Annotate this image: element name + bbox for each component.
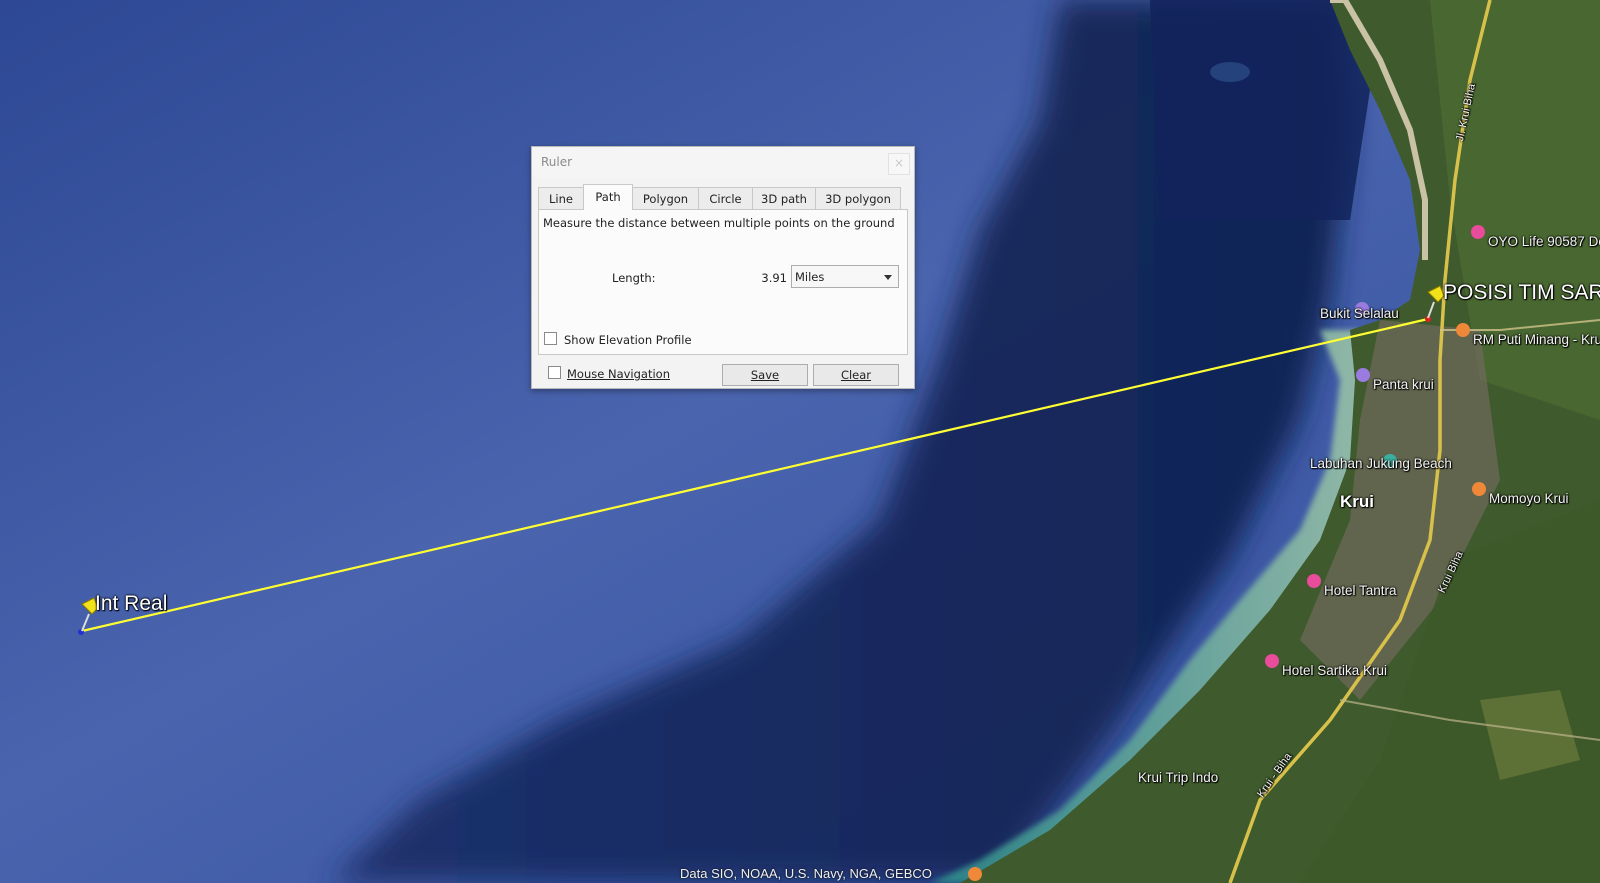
town-label: Krui [1340, 492, 1374, 511]
length-value: 3.91 [761, 271, 787, 285]
place-label[interactable]: Hotel Tantra [1324, 583, 1397, 598]
clear-button[interactable]: Clear [813, 364, 899, 386]
show-elevation-checkbox[interactable] [544, 332, 557, 345]
place-label[interactable]: Krui Trip Indo [1138, 770, 1218, 785]
placemark-label[interactable]: POSISI TIM SAR [1443, 281, 1600, 305]
place-label[interactable]: Momoyo Krui [1489, 491, 1569, 506]
chevron-down-icon [884, 275, 892, 280]
unit-selected: Miles [795, 270, 825, 284]
place-label[interactable]: Panta krui [1373, 377, 1434, 392]
place-label[interactable]: RM Puti Minang - Kru [1473, 332, 1600, 347]
tab-polygon[interactable]: Polygon [632, 187, 699, 209]
placemark-label[interactable]: Int Real [95, 592, 167, 616]
unit-dropdown[interactable]: Miles [791, 265, 899, 288]
length-label: Length: [612, 271, 656, 285]
mouse-navigation-checkbox[interactable] [548, 366, 561, 379]
tab-3d-polygon[interactable]: 3D polygon [815, 187, 901, 209]
path-panel: Measure the distance between multiple po… [538, 209, 908, 355]
ruler-dialog: Ruler × Line Path Polygon Circle 3D path… [531, 146, 915, 389]
map-attribution: Data SIO, NOAA, U.S. Navy, NGA, GEBCO [680, 866, 932, 881]
place-label[interactable]: Hotel Sartika Krui [1282, 663, 1387, 678]
satellite-map[interactable] [0, 0, 1600, 883]
tab-line[interactable]: Line [538, 187, 584, 209]
measure-description: Measure the distance between multiple po… [543, 216, 895, 230]
place-label[interactable]: Bukit Selalau [1320, 306, 1399, 321]
place-label[interactable]: Labuhan Jukung Beach [1310, 456, 1452, 471]
place-label[interactable]: OYO Life 90587 Do [1488, 234, 1600, 249]
tab-path[interactable]: Path [583, 184, 633, 210]
tab-3d-path[interactable]: 3D path [752, 187, 816, 209]
close-button[interactable]: × [888, 153, 910, 175]
save-button[interactable]: Save [722, 364, 808, 386]
dialog-titlebar[interactable]: Ruler × [532, 147, 914, 177]
show-elevation-label[interactable]: Show Elevation Profile [564, 333, 692, 347]
dialog-title: Ruler [541, 155, 573, 169]
tab-circle[interactable]: Circle [698, 187, 753, 209]
mouse-navigation-label[interactable]: Mouse Navigation [567, 367, 670, 381]
